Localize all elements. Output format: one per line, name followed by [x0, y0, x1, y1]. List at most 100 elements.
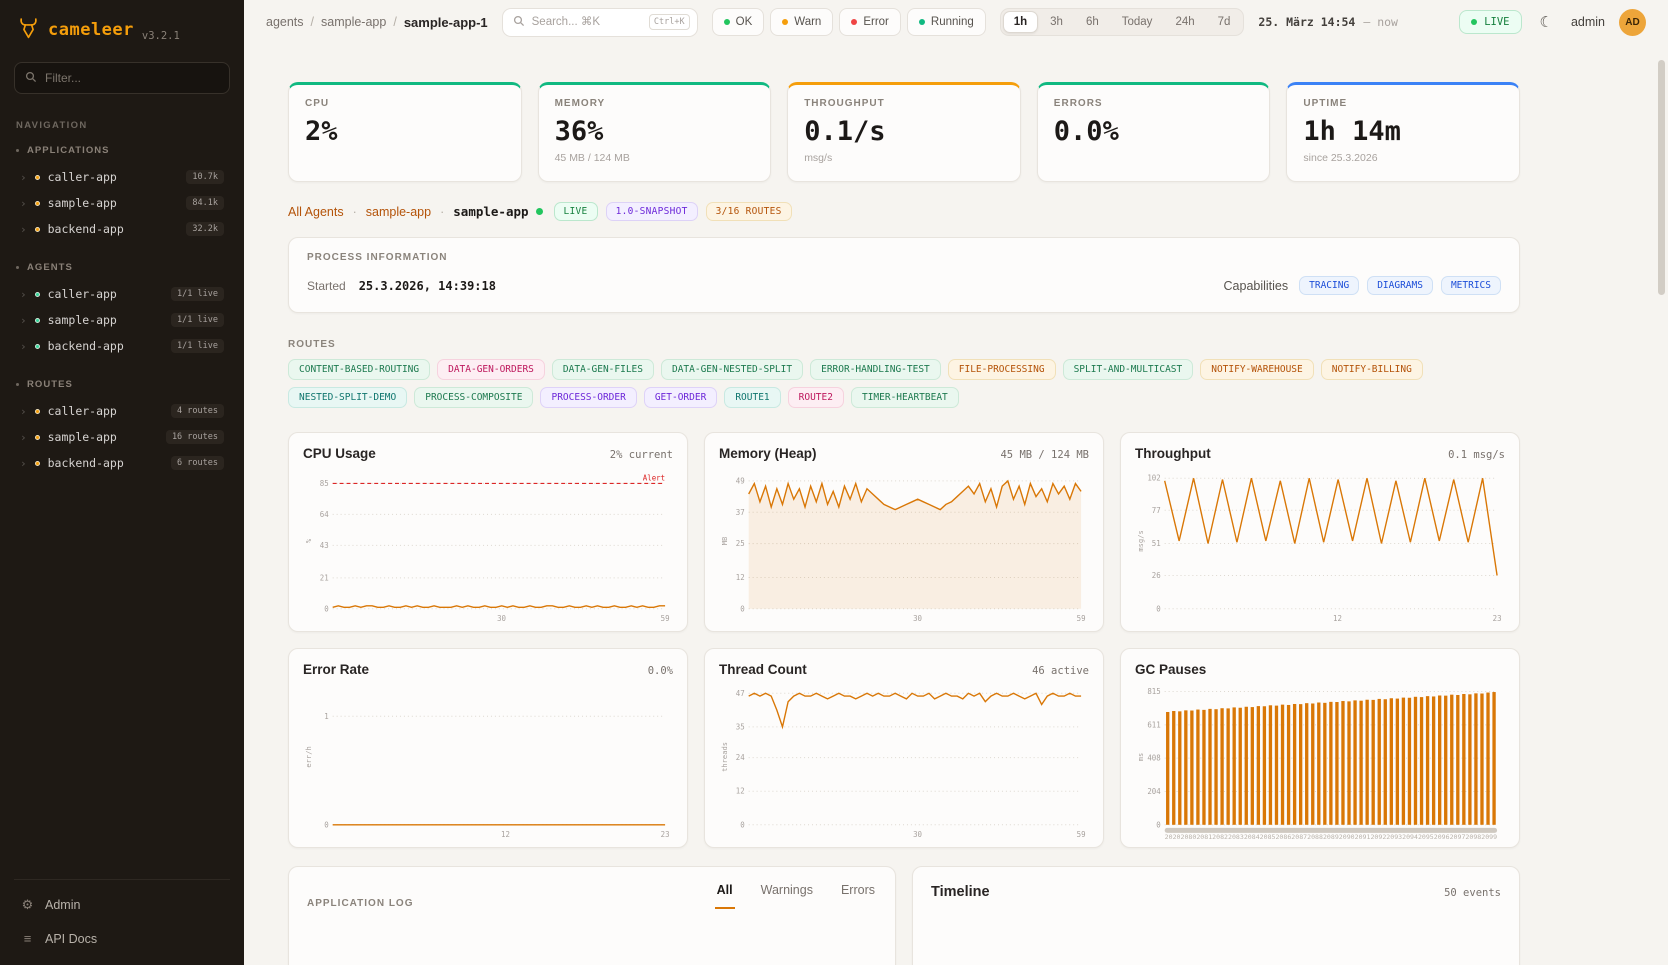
sidebar-item-application[interactable]: › backend-app 32.2k — [14, 216, 230, 242]
sidebar-item-label: backend-app — [48, 456, 163, 470]
goat-logo-icon — [16, 16, 41, 44]
global-search[interactable]: Ctrl+K — [502, 8, 698, 37]
route-chip[interactable]: NESTED-SPLIT-DEMO — [288, 387, 407, 408]
status-filter-chip[interactable]: Running — [907, 8, 986, 36]
sidebar-item-route[interactable]: › backend-app 6 routes — [14, 450, 230, 476]
sidebar-item-badge: 1/1 live — [171, 313, 224, 327]
sidebar-item-label: caller-app — [48, 170, 179, 184]
sidebar-item-route[interactable]: › caller-app 4 routes — [14, 398, 230, 424]
stat-value: 2% — [305, 117, 505, 147]
time-range-button[interactable]: Today — [1111, 11, 1164, 33]
route-chip[interactable]: PROCESS-ORDER — [540, 387, 636, 408]
status-filter-chip[interactable]: Warn — [770, 8, 833, 36]
capability-badge[interactable]: METRICS — [1441, 276, 1501, 295]
status-dot-icon — [724, 19, 730, 25]
chart-card: CPU Usage 2% current 0214364853059%Alert — [288, 432, 688, 632]
section-title-applications: APPLICATIONS — [27, 145, 110, 156]
agent-badge[interactable]: LIVE — [554, 202, 598, 221]
svg-text:threads: threads — [721, 742, 729, 772]
live-indicator[interactable]: LIVE — [1459, 10, 1521, 34]
filter-input[interactable] — [45, 71, 219, 85]
svg-text:%: % — [305, 538, 313, 543]
route-chip-list: CONTENT-BASED-ROUTING DATA-GEN-ORDERS DA… — [288, 359, 1520, 408]
vertical-scrollbar[interactable] — [1658, 60, 1665, 295]
stat-card: THROUGHPUT 0.1/s msg/s — [787, 82, 1021, 182]
avatar[interactable]: AD — [1619, 9, 1646, 36]
svg-text:43: 43 — [320, 541, 329, 550]
status-filter-chip[interactable]: Error — [839, 8, 901, 36]
chevron-right-icon: › — [20, 172, 27, 183]
agent-badge[interactable]: 1.0-SNAPSHOT — [606, 202, 698, 221]
sidebar-item-agent[interactable]: › sample-app 1/1 live — [14, 307, 230, 333]
app-logo[interactable]: cameleer v3.2.1 — [14, 14, 230, 62]
chart-title: Memory (Heap) — [719, 446, 817, 461]
status-dot-icon — [35, 227, 40, 232]
timeline-event-count: 50 events — [1444, 887, 1501, 899]
svg-text:msg/s: msg/s — [1137, 530, 1145, 551]
route-chip[interactable]: FILE-PROCESSING — [948, 359, 1056, 380]
sample-app-link[interactable]: sample-app — [366, 205, 431, 219]
sidebar-item-badge: 6 routes — [171, 456, 224, 470]
stat-subtext: msg/s — [804, 152, 1004, 165]
svg-text:Alert: Alert — [643, 473, 665, 482]
breadcrumb-sample-app[interactable]: sample-app — [321, 15, 386, 29]
sidebar-item-application[interactable]: › caller-app 10.7k — [14, 164, 230, 190]
route-chip[interactable]: GET-ORDER — [644, 387, 717, 408]
status-filter-label: Running — [931, 16, 974, 28]
svg-text:611: 611 — [1147, 720, 1160, 729]
sidebar-item-api-docs[interactable]: ≡ API Docs — [14, 924, 230, 953]
svg-text:815: 815 — [1147, 687, 1160, 696]
route-chip[interactable]: PROCESS-COMPOSITE — [414, 387, 533, 408]
status-filter-label: OK — [736, 16, 753, 28]
agent-badge[interactable]: 3/16 ROUTES — [706, 202, 792, 221]
chart-plot: 0214364853059%Alert — [303, 465, 673, 625]
svg-text:30: 30 — [913, 614, 922, 623]
route-chip[interactable]: DATA-GEN-FILES — [552, 359, 654, 380]
sidebar-item-application[interactable]: › sample-app 84.1k — [14, 190, 230, 216]
stat-subtext — [305, 152, 505, 165]
sidebar-item-label: backend-app — [48, 222, 179, 236]
svg-text:102: 102 — [1147, 474, 1160, 483]
route-chip[interactable]: TIMER-HEARTBEAT — [851, 387, 959, 408]
sidebar-footer: ⚙ Admin ≡ API Docs — [14, 879, 230, 953]
capability-badge[interactable]: DIAGRAMS — [1367, 276, 1433, 295]
route-chip[interactable]: ROUTE2 — [788, 387, 844, 408]
status-filter-chip[interactable]: OK — [712, 8, 765, 36]
breadcrumb-agents[interactable]: agents — [266, 15, 304, 29]
time-range-button[interactable]: 6h — [1075, 11, 1110, 33]
route-chip[interactable]: NOTIFY-WAREHOUSE — [1200, 359, 1314, 380]
time-range-button[interactable]: 7d — [1207, 11, 1242, 33]
route-chip[interactable]: ERROR-HANDLING-TEST — [810, 359, 941, 380]
section-bullet-icon — [16, 149, 19, 152]
all-agents-link[interactable]: All Agents — [288, 205, 344, 219]
time-range-button[interactable]: 1h — [1003, 11, 1038, 33]
log-tab[interactable]: Warnings — [759, 883, 815, 909]
breadcrumb: agents / sample-app / sample-app-1 — [266, 15, 488, 30]
time-range-button[interactable]: 24h — [1164, 11, 1205, 33]
log-tabs: All Warnings Errors — [715, 883, 877, 909]
chevron-right-icon: › — [20, 458, 27, 469]
route-chip[interactable]: SPLIT-AND-MULTICAST — [1063, 359, 1194, 380]
sidebar-item-badge: 16 routes — [166, 430, 224, 444]
sidebar-item-agent[interactable]: › caller-app 1/1 live — [14, 281, 230, 307]
route-chip[interactable]: NOTIFY-BILLING — [1321, 359, 1423, 380]
search-input[interactable] — [532, 16, 642, 28]
dark-mode-toggle[interactable]: ☾ — [1536, 11, 1557, 33]
sidebar-filter[interactable] — [14, 62, 230, 94]
stat-card: MEMORY 36% 45 MB / 124 MB — [538, 82, 772, 182]
sidebar-item-agent[interactable]: › backend-app 1/1 live — [14, 333, 230, 359]
chevron-right-icon: › — [20, 315, 27, 326]
route-chip[interactable]: DATA-GEN-ORDERS — [437, 359, 545, 380]
log-tab[interactable]: All — [715, 883, 735, 909]
capability-badge[interactable]: TRACING — [1299, 276, 1359, 295]
time-range-button[interactable]: 3h — [1039, 11, 1074, 33]
sidebar-item-route[interactable]: › sample-app 16 routes — [14, 424, 230, 450]
status-dot-icon — [782, 19, 788, 25]
route-chip[interactable]: ROUTE1 — [724, 387, 780, 408]
log-tab[interactable]: Errors — [839, 883, 877, 909]
route-chip[interactable]: DATA-GEN-NESTED-SPLIT — [661, 359, 803, 380]
sidebar-item-badge: 1/1 live — [171, 339, 224, 353]
status-dot-icon — [35, 175, 40, 180]
sidebar-item-admin[interactable]: ⚙ Admin — [14, 890, 230, 920]
route-chip[interactable]: CONTENT-BASED-ROUTING — [288, 359, 430, 380]
